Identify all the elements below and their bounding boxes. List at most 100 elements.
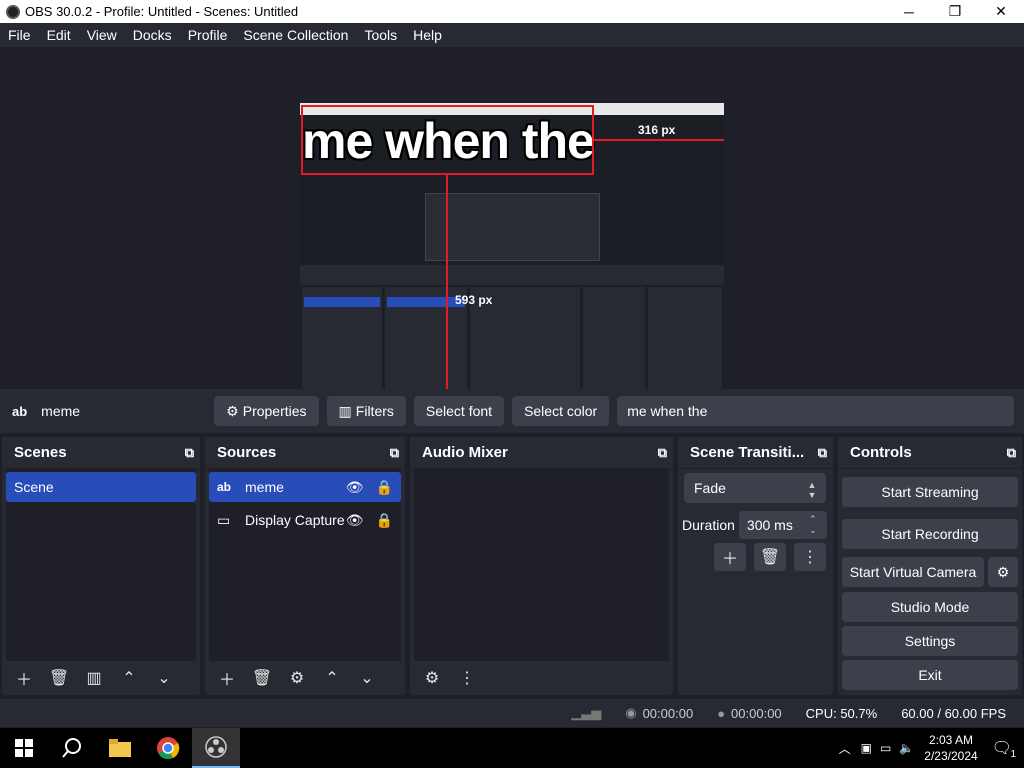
text-source-icon: ab bbox=[12, 403, 28, 419]
volume-muted-icon[interactable]: 🔈 bbox=[899, 741, 914, 755]
preview-area[interactable]: me when the 316 px 593 px bbox=[0, 47, 1024, 423]
source-item[interactable]: ▭ Display Capture 👁 🔒 bbox=[209, 505, 401, 535]
record-time: 00:00:00 bbox=[731, 705, 782, 721]
filters-label: Filters bbox=[355, 403, 394, 419]
text-input[interactable]: me when the bbox=[617, 396, 1014, 426]
clock-time[interactable]: 2:03 AM bbox=[929, 732, 973, 748]
source-name: Display Capture bbox=[245, 512, 345, 528]
move-up-icon[interactable]: ⌃ bbox=[316, 664, 348, 692]
status-bar: ▁▃▅ ◉ 00:00:00 ● 00:00:00 CPU: 50.7% 60.… bbox=[0, 699, 1024, 727]
move-up-icon[interactable]: ⌃ bbox=[113, 664, 145, 692]
add-scene-icon[interactable]: ＋ bbox=[8, 664, 40, 692]
source-name: meme bbox=[245, 479, 284, 495]
start-virtual-camera-button[interactable]: Start Virtual Camera bbox=[842, 557, 984, 587]
obs-taskbar-icon[interactable] bbox=[192, 728, 240, 768]
chrome-icon[interactable] bbox=[144, 728, 192, 768]
more-vertical-icon[interactable]: ⋮ bbox=[451, 664, 483, 692]
more-vertical-icon[interactable]: ⋮ bbox=[794, 543, 826, 571]
audio-mixer-title: Audio Mixer bbox=[422, 444, 508, 461]
undock-icon[interactable]: ⧉ bbox=[185, 445, 194, 461]
cpu-usage: CPU: 50.7% bbox=[805, 705, 878, 721]
security-icon[interactable]: ▣ bbox=[861, 741, 872, 755]
minimize-button[interactable]: ─ bbox=[886, 0, 932, 23]
duration-spinbox[interactable]: 300 ms ⌃ ⌄ bbox=[738, 511, 827, 539]
controls-title: Controls bbox=[850, 444, 912, 461]
network-icon[interactable]: ▭ bbox=[880, 741, 891, 755]
undock-icon[interactable]: ⧉ bbox=[818, 445, 827, 461]
studio-mode-button[interactable]: Studio Mode bbox=[842, 592, 1018, 622]
menu-file[interactable]: File bbox=[0, 27, 39, 43]
nested-controls-dock bbox=[648, 287, 722, 403]
filters-button[interactable]: ▥ Filters bbox=[326, 396, 406, 426]
duration-value: 300 ms bbox=[746, 517, 793, 533]
stream-icon: ◉ bbox=[625, 705, 637, 720]
undock-icon[interactable]: ⧉ bbox=[390, 445, 399, 461]
windows-start-icon[interactable] bbox=[0, 728, 48, 768]
lock-icon[interactable]: 🔒 bbox=[376, 512, 393, 529]
source-item[interactable]: ab meme 👁 🔒 bbox=[209, 472, 401, 502]
gear-icon[interactable]: ⚙ bbox=[281, 664, 313, 692]
menu-view[interactable]: View bbox=[79, 27, 125, 43]
audio-mixer-body bbox=[414, 469, 669, 661]
obs-logo-icon bbox=[6, 4, 20, 19]
sources-title: Sources bbox=[217, 444, 277, 461]
advanced-audio-gear-icon[interactable]: ⚙ bbox=[416, 664, 448, 692]
selection-box[interactable] bbox=[301, 105, 594, 175]
trash-icon[interactable]: 🗑 bbox=[246, 664, 278, 692]
eye-icon[interactable]: 👁 bbox=[346, 512, 364, 529]
source-context-bar: ab meme ⚙ Properties ▥ Filters Select font… bbox=[0, 389, 1024, 433]
add-source-icon[interactable]: ＋ bbox=[211, 664, 243, 692]
fps-readout: 60.00 / 60.00 FPS bbox=[901, 705, 1006, 721]
eye-icon[interactable]: 👁 bbox=[346, 479, 364, 496]
window-title: OBS 30.0.2 - Profile: Untitled - Scenes:… bbox=[25, 4, 299, 19]
file-explorer-icon[interactable] bbox=[96, 728, 144, 768]
text-source-icon: ab bbox=[217, 480, 232, 494]
preview-canvas[interactable]: me when the 316 px 593 px bbox=[300, 103, 724, 423]
add-transition-icon[interactable]: ＋ bbox=[714, 543, 746, 571]
menu-help[interactable]: Help bbox=[405, 27, 450, 43]
transition-select[interactable]: Fade ▲ ▼ bbox=[684, 473, 826, 503]
menu-profile[interactable]: Profile bbox=[180, 27, 236, 43]
start-recording-button[interactable]: Start Recording bbox=[842, 519, 1018, 549]
title-bar: OBS 30.0.2 - Profile: Untitled - Scenes:… bbox=[0, 0, 1024, 23]
sources-list: ab meme 👁 🔒 ▭ Display Capture 👁 🔒 bbox=[209, 469, 401, 661]
nested-context-bar bbox=[300, 265, 724, 285]
close-button[interactable]: ✕ bbox=[978, 0, 1024, 23]
settings-button[interactable]: Settings bbox=[842, 626, 1018, 656]
context-source-name: meme bbox=[41, 403, 81, 419]
search-icon[interactable] bbox=[48, 728, 96, 768]
nested-scenes-dock bbox=[302, 287, 382, 403]
menu-docks[interactable]: Docks bbox=[125, 27, 180, 43]
scene-item[interactable]: Scene bbox=[6, 472, 196, 502]
properties-button[interactable]: ⚙ Properties bbox=[214, 396, 319, 426]
menu-tools[interactable]: Tools bbox=[356, 27, 405, 43]
maximize-button[interactable]: ❐ bbox=[932, 0, 978, 23]
controls-dock: Controls ⧉ Start Streaming Start Recordin… bbox=[838, 437, 1022, 695]
select-font-button[interactable]: Select font bbox=[413, 396, 505, 426]
select-color-button[interactable]: Select color bbox=[512, 396, 610, 426]
signal-bars-icon: ▁▃▅ bbox=[571, 705, 602, 720]
move-down-icon[interactable]: ⌄ bbox=[148, 664, 180, 692]
start-streaming-button[interactable]: Start Streaming bbox=[842, 477, 1018, 507]
undock-icon[interactable]: ⧉ bbox=[658, 445, 667, 461]
virtual-camera-gear-icon[interactable]: ⚙ bbox=[988, 557, 1018, 587]
chevron-updown-icon: ▲ ▼ bbox=[807, 480, 817, 500]
nested-transitions-dock bbox=[583, 287, 645, 403]
trash-icon[interactable]: 🗑 bbox=[754, 543, 786, 571]
notification-icon[interactable]: 🗨 1 bbox=[992, 738, 1016, 760]
lock-icon[interactable]: 🔒 bbox=[376, 479, 393, 496]
menu-scene-collection[interactable]: Scene Collection bbox=[235, 27, 356, 43]
trash-icon[interactable]: 🗑 bbox=[43, 664, 75, 692]
spin-arrows-icon[interactable]: ⌃ ⌄ bbox=[805, 514, 821, 536]
menu-edit[interactable]: Edit bbox=[39, 27, 79, 43]
system-tray: ︿ ▣ ▭ 🔈 2:03 AM 2/23/2024 🗨 1 bbox=[839, 728, 1024, 768]
clock-date[interactable]: 2/23/2024 bbox=[924, 748, 977, 764]
undock-icon[interactable]: ⧉ bbox=[1007, 445, 1016, 461]
move-down-icon[interactable]: ⌄ bbox=[351, 664, 383, 692]
scene-filters-icon[interactable]: ▥ bbox=[78, 664, 110, 692]
taskbar: ︿ ▣ ▭ 🔈 2:03 AM 2/23/2024 🗨 1 bbox=[0, 728, 1024, 768]
transition-value: Fade bbox=[694, 480, 726, 496]
scenes-list: Scene bbox=[6, 469, 196, 661]
chevron-up-icon[interactable]: ︿ bbox=[839, 740, 851, 757]
exit-button[interactable]: Exit bbox=[842, 660, 1018, 690]
